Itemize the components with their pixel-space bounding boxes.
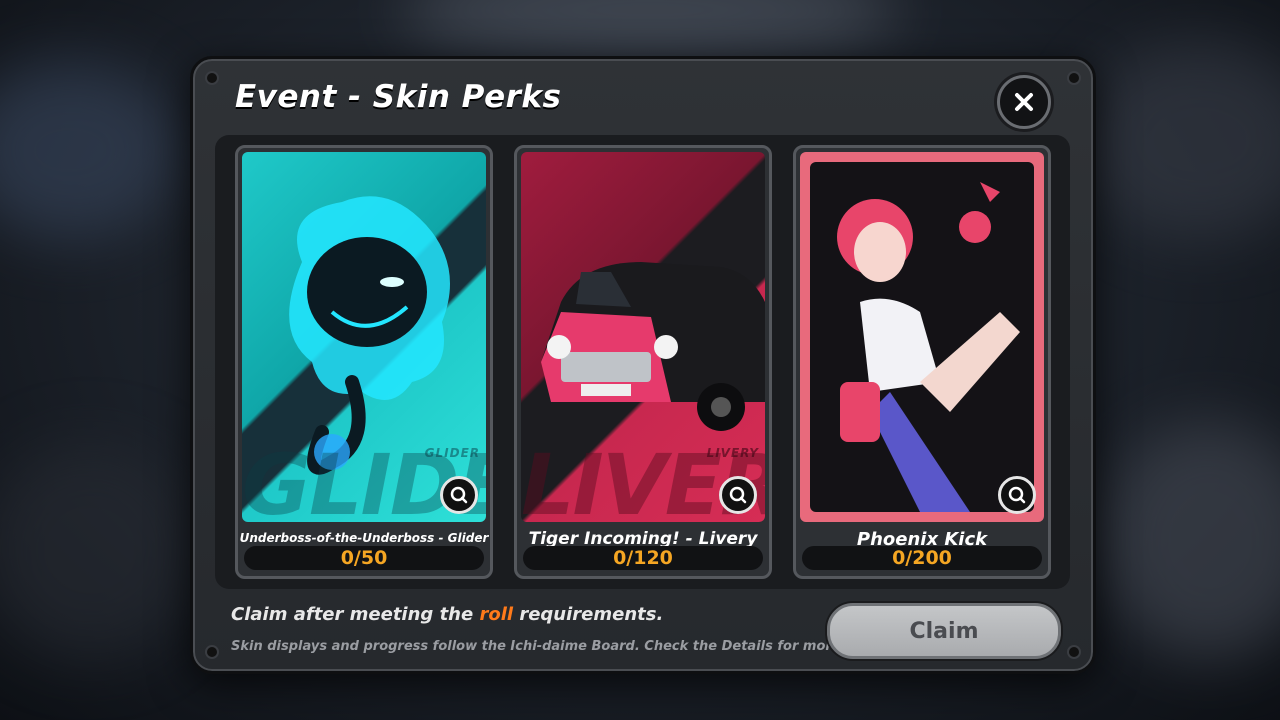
perk-card-livery[interactable]: LIVERY LIVERY Tiger Incoming! - Livery 0…: [514, 145, 772, 579]
zoom-icon: [450, 486, 468, 504]
card-list: GLIDE GLIDER Underboss-of-the-Underboss …: [215, 135, 1070, 589]
zoom-button[interactable]: [440, 476, 478, 514]
claim-note-prefix: Claim after meeting the: [231, 604, 480, 625]
phoenix-kick-artwork: [800, 152, 1044, 522]
card-progress: 0/120: [523, 546, 763, 570]
claim-button[interactable]: Claim: [827, 603, 1061, 659]
zoom-button[interactable]: [719, 476, 757, 514]
card-type-tag: GLIDER: [424, 446, 480, 460]
details-note: Skin displays and progress follow the Ic…: [231, 639, 879, 654]
claim-note-suffix: requirements.: [513, 604, 664, 625]
screw-decoration: [207, 73, 217, 83]
claim-note-highlight: roll: [479, 604, 514, 625]
zoom-icon: [1008, 486, 1026, 504]
claim-requirement-note: Claim after meeting the roll requirement…: [231, 604, 663, 625]
dialog-title: Event - Skin Perks: [235, 79, 562, 115]
character-illustration: [810, 162, 1034, 512]
livery-artwork: LIVERY LIVERY: [521, 152, 765, 522]
zoom-icon: [729, 486, 747, 504]
screw-decoration: [1069, 647, 1079, 657]
card-name: Underboss-of-the-Underboss - Glider: [239, 531, 489, 545]
glider-artwork: GLIDE GLIDER: [242, 152, 486, 522]
zoom-button[interactable]: [998, 476, 1036, 514]
card-progress: 0/50: [244, 546, 484, 570]
screw-decoration: [207, 647, 217, 657]
skin-perks-dialog: Event - Skin Perks GLIDE GLIDER Underbos…: [190, 56, 1096, 674]
card-progress: 0/200: [802, 546, 1042, 570]
card-type-tag: LIVERY: [706, 446, 759, 460]
close-button[interactable]: [997, 75, 1051, 129]
close-icon: [1015, 93, 1033, 111]
perk-card-glider[interactable]: GLIDE GLIDER Underboss-of-the-Underboss …: [235, 145, 493, 579]
screw-decoration: [1069, 73, 1079, 83]
perk-card-phoenix-kick[interactable]: Phoenix Kick 0/200: [793, 145, 1051, 579]
